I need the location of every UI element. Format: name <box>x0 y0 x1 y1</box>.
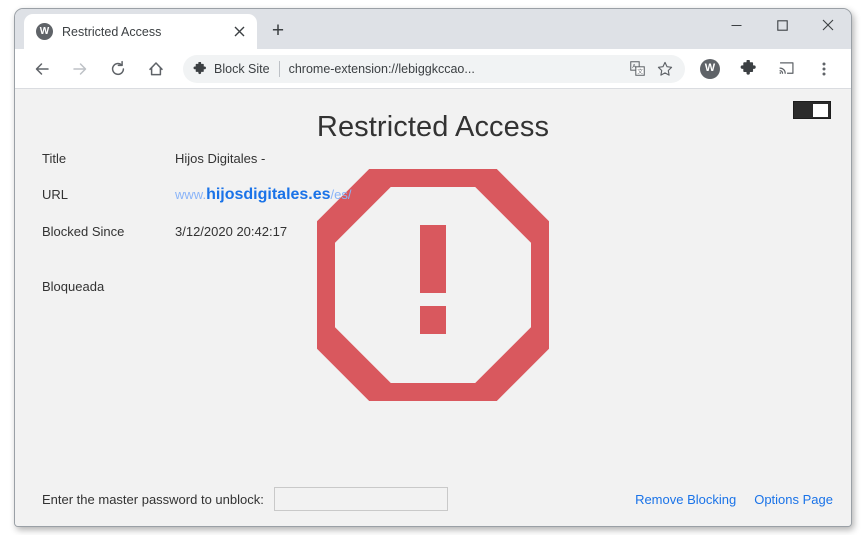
window-controls <box>713 9 851 49</box>
three-dot-menu-icon[interactable] <box>810 55 838 83</box>
extension-chip-label: Block Site <box>214 61 270 76</box>
info-label: Title <box>42 151 67 166</box>
options-page-link[interactable]: Options Page <box>754 492 833 507</box>
remove-blocking-link[interactable]: Remove Blocking <box>635 492 736 507</box>
maximize-icon[interactable] <box>759 9 805 41</box>
url-text[interactable]: chrome-extension://lebiggkccao... <box>289 62 619 76</box>
minimize-icon[interactable] <box>713 9 759 41</box>
blocked-url-link[interactable]: www.hijosdigitales.es/es/ <box>175 186 352 204</box>
profile-avatar[interactable]: W <box>696 55 724 83</box>
close-icon[interactable] <box>230 23 248 41</box>
browser-toolbar: Block Site chrome-extension://lebiggkcca… <box>15 49 851 89</box>
master-password-label: Enter the master password to unblock: <box>42 491 264 507</box>
info-label: URL <box>42 187 69 202</box>
block-info-table: Title Hijos Digitales - URL www.hijosdig… <box>42 151 352 259</box>
master-password-input[interactable] <box>273 487 448 511</box>
footer-links: Remove Blocking Options Page <box>617 492 833 507</box>
close-icon[interactable] <box>805 9 851 41</box>
info-row-title: Title Hijos Digitales - <box>42 151 352 166</box>
forward-arrow-icon[interactable] <box>66 55 94 83</box>
tab-restricted-access[interactable]: W Restricted Access <box>24 14 257 49</box>
tab-title: Restricted Access <box>62 24 162 39</box>
svg-text:文: 文 <box>637 68 643 76</box>
dark-mode-toggle[interactable] <box>793 101 831 119</box>
extensions-icon[interactable] <box>734 55 762 83</box>
circle-w-icon: W <box>36 23 53 40</box>
page-content: Restricted Access Title Hijos Digitales … <box>15 89 851 526</box>
browser-window: W Restricted Access + Block Site chrome-… <box>14 8 852 527</box>
info-value: 3/12/2020 20:42:17 <box>175 224 288 239</box>
tab-strip: W Restricted Access + <box>15 9 851 49</box>
star-icon[interactable] <box>655 59 675 79</box>
unblock-footer: Enter the master password to unblock: Re… <box>15 472 851 526</box>
stop-sign-warning-icon <box>317 169 549 401</box>
address-bar[interactable]: Block Site chrome-extension://lebiggkcca… <box>183 54 685 83</box>
info-value: Hijos Digitales - <box>175 151 266 166</box>
omnibox-divider <box>278 60 280 77</box>
cast-icon[interactable] <box>772 55 800 83</box>
reload-icon[interactable] <box>104 55 132 83</box>
avatar: W <box>700 58 720 79</box>
translate-icon[interactable]: A 文 <box>627 59 647 79</box>
status-badge: Bloqueada <box>42 279 105 294</box>
url-path: /es/ <box>330 187 352 202</box>
toggle-knob <box>813 103 828 117</box>
url-domain: hijosdigitales.es <box>206 186 331 203</box>
info-row-blocked-since: Blocked Since 3/12/2020 20:42:17 <box>42 224 352 239</box>
plus-icon: + <box>271 18 285 42</box>
url-prefix: www. <box>175 187 207 202</box>
info-label: Blocked Since <box>42 224 125 239</box>
home-icon[interactable] <box>142 55 170 83</box>
extension-chip[interactable]: Block Site <box>193 61 270 76</box>
puzzle-piece-icon <box>193 61 207 76</box>
info-row-url: URL www.hijosdigitales.es/es/ <box>42 186 352 204</box>
page-title: Restricted Access <box>316 111 550 143</box>
new-tab-button[interactable]: + <box>265 17 291 43</box>
back-arrow-icon[interactable] <box>28 55 56 83</box>
